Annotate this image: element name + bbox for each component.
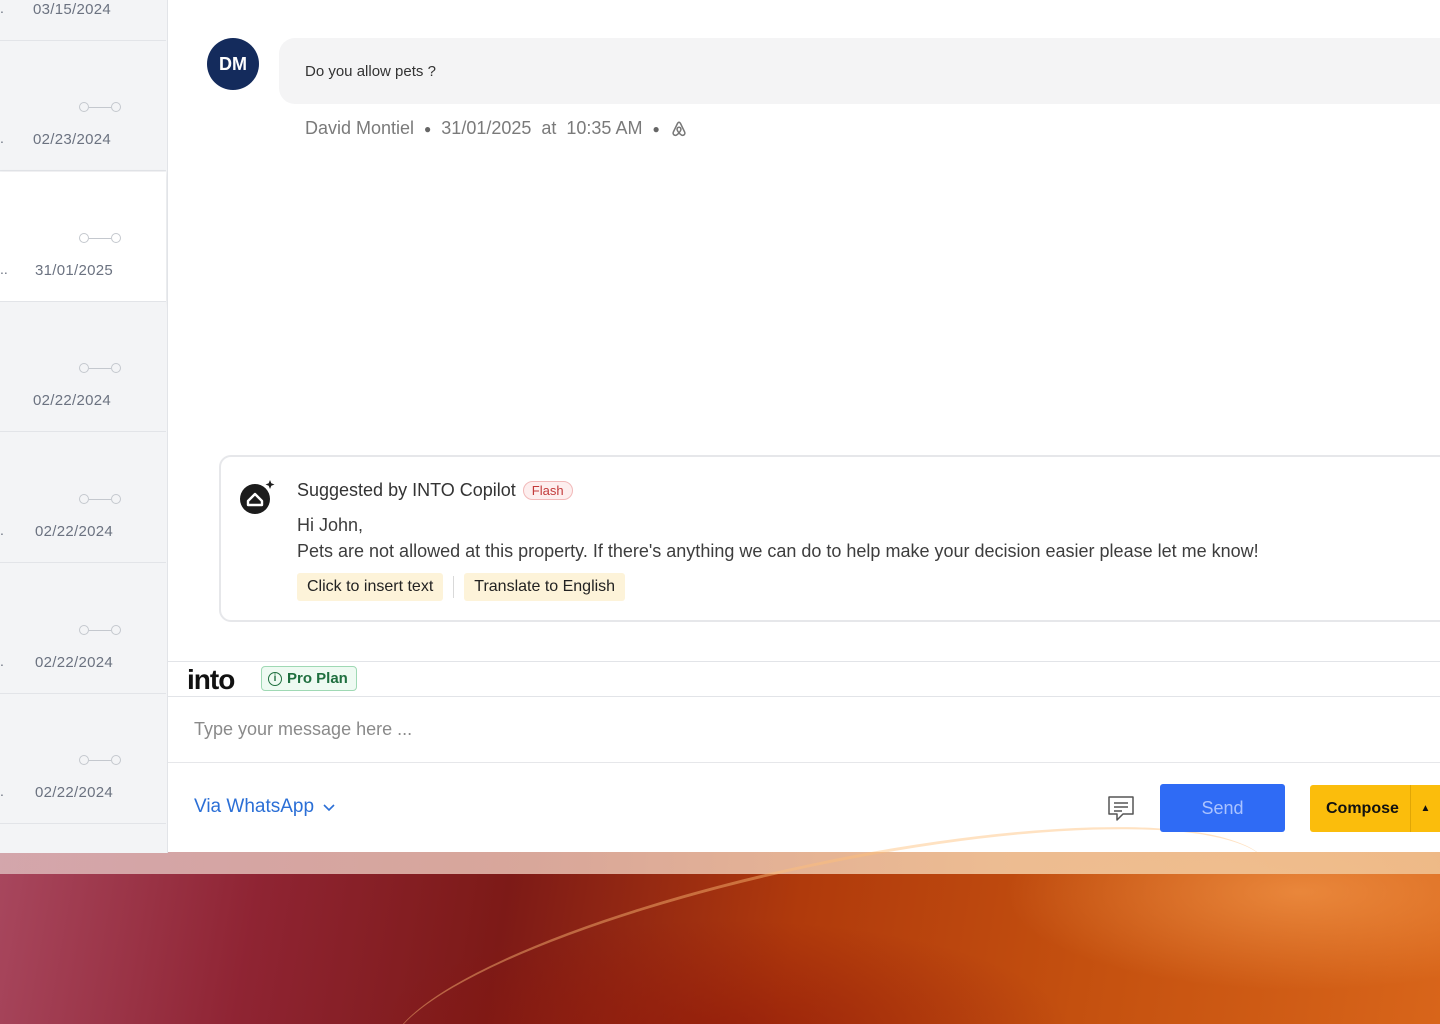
copilot-suggestion-card: Suggested by INTO Copilot Flash Hi John,… — [219, 455, 1440, 622]
conversation-item[interactable]: . 02/23/2024 — [0, 41, 166, 171]
avatar: DM — [207, 38, 259, 90]
channel-selector[interactable]: Via WhatsApp — [194, 796, 336, 818]
message-sender: David Montiel — [305, 118, 415, 138]
conversation-preview-ellipsis: . — [0, 783, 4, 799]
conversation-date: 02/22/2024 — [35, 654, 114, 671]
divider — [453, 576, 455, 598]
conversation-item[interactable]: . 02/22/2024 — [0, 564, 166, 694]
chevron-down-icon — [323, 804, 335, 812]
copilot-title-row: Suggested by INTO Copilot Flash — [297, 480, 573, 501]
suggestion-body: Pets are not allowed at this property. I… — [297, 541, 1259, 561]
conversation-date: 31/01/2025 — [35, 262, 114, 279]
link-icon — [79, 625, 121, 635]
conversation-item[interactable]: 02/22/2024 — [0, 302, 166, 432]
conversation-preview-ellipsis: . — [0, 522, 4, 538]
channel-label: Via WhatsApp — [194, 796, 315, 817]
link-icon — [79, 494, 121, 504]
conversation-date: 02/22/2024 — [35, 784, 114, 801]
copilot-actions: Click to insert text Translate to Englis… — [297, 573, 626, 601]
pro-plan-badge[interactable]: i Pro Plan — [261, 666, 357, 691]
message-text: Do you allow pets ? — [305, 62, 436, 80]
conversation-item[interactable]: . 02/22/2024 — [0, 694, 166, 824]
conversation-date: 02/23/2024 — [33, 131, 112, 148]
copilot-title: Suggested by INTO Copilot — [297, 480, 516, 500]
link-icon — [79, 363, 121, 373]
conversation-date: 03/15/2024 — [33, 1, 112, 18]
separator-dot: ● — [652, 121, 660, 136]
plan-label: Pro Plan — [287, 670, 348, 687]
copilot-suggestion-text: Hi John, Pets are not allowed at this pr… — [297, 512, 1259, 564]
conversation-preview-ellipsis: . — [0, 653, 4, 669]
message-meta: David Montiel ● 31/01/2025 at 10:35 AM ● — [305, 118, 688, 139]
flash-badge: Flash — [522, 481, 573, 500]
send-button[interactable]: Send — [1160, 784, 1285, 832]
link-icon — [79, 102, 121, 112]
conversation-preview-ellipsis: .. — [0, 261, 8, 277]
conversation-preview-ellipsis: . — [0, 0, 4, 16]
separator-dot: ● — [424, 121, 432, 136]
conversation-date: 02/22/2024 — [33, 392, 112, 409]
conversation-item-active[interactable]: .. 31/01/2025 — [0, 172, 166, 302]
info-icon: i — [268, 671, 282, 686]
conversation-date: 02/22/2024 — [35, 523, 114, 540]
link-icon — [79, 755, 121, 765]
desktop-wallpaper — [0, 852, 1440, 1024]
message-input[interactable] — [168, 697, 1440, 763]
conversation-item[interactable]: . 02/22/2024 — [0, 433, 166, 563]
conversation-item[interactable]: . 03/15/2024 — [0, 0, 166, 41]
translate-button[interactable]: Translate to English — [464, 573, 626, 601]
message-bubble: Do you allow pets ? — [279, 38, 1440, 104]
brand-bar: into i Pro Plan — [168, 661, 1440, 697]
message-timestamp: 31/01/2025 at 10:35 AM — [441, 118, 643, 138]
suggestion-greeting: Hi John, — [297, 515, 364, 535]
airbnb-icon — [672, 120, 686, 136]
into-logo: into — [187, 664, 235, 695]
link-icon — [79, 233, 121, 243]
message-template-icon[interactable] — [1106, 793, 1136, 823]
insert-text-button[interactable]: Click to insert text — [297, 573, 444, 601]
compose-dropdown-caret-icon[interactable]: ▲ — [1410, 785, 1440, 832]
copilot-home-icon — [240, 480, 275, 514]
conversation-preview-ellipsis: . — [0, 130, 4, 146]
conversation-list[interactable]: . 03/15/2024 . 02/23/2024 .. 31/01/2025 … — [0, 0, 168, 853]
